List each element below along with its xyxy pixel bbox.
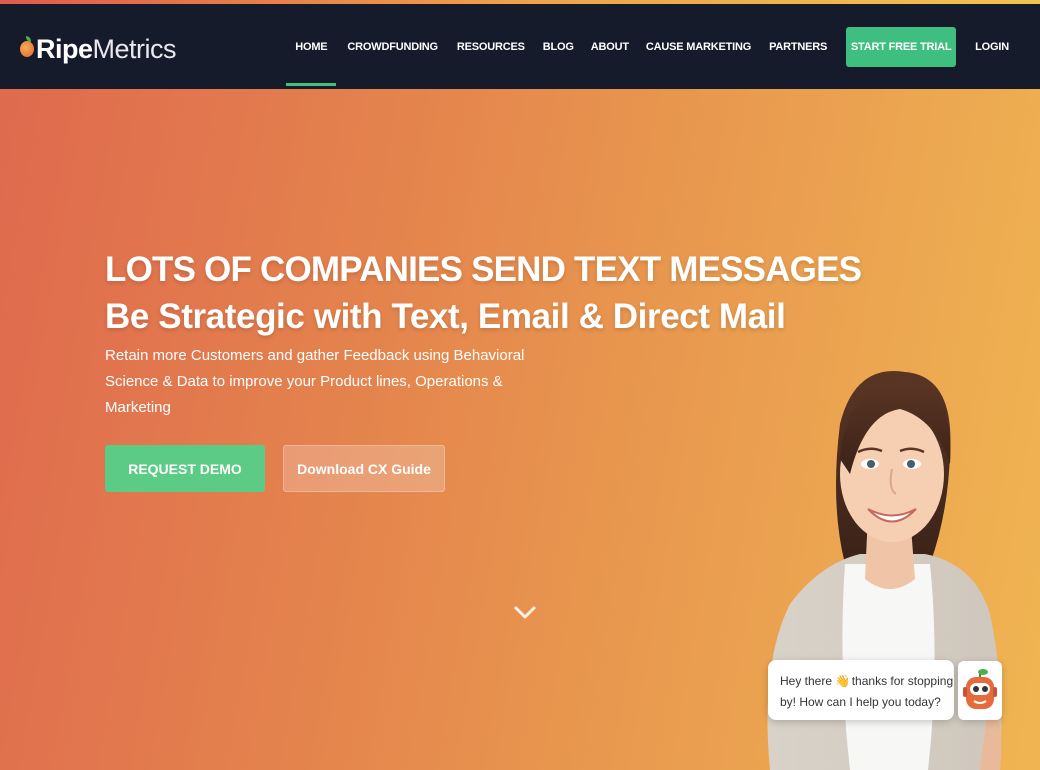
chat-launcher-button[interactable] [958, 661, 1002, 720]
nav-item-blog[interactable]: BLOG [543, 41, 574, 53]
chat-greeting-bubble[interactable]: Hey there 👋 thanks for stopping by! How … [768, 660, 954, 720]
login-link[interactable]: LOGIN [975, 41, 1009, 53]
nav-item-about[interactable]: ABOUT [591, 41, 629, 53]
waving-hand-icon: 👋 [835, 674, 851, 688]
chevron-down-icon[interactable] [513, 603, 537, 623]
hero-section: LOTS OF COMPANIES SEND TEXT MESSAGES Be … [0, 89, 1040, 770]
nav-item-partners[interactable]: PARTNERS [769, 41, 827, 53]
peach-logo-icon [20, 36, 34, 57]
top-navbar: RipeMetrics HOME CROWDFUNDING RESOURCES … [0, 4, 1040, 89]
start-free-trial-button[interactable]: START FREE TRIAL [846, 26, 957, 67]
robot-icon [963, 669, 997, 709]
logo-text: RipeMetrics [36, 33, 177, 64]
main-menu: HOME CROWDFUNDING RESOURCES BLOG ABOUT C… [286, 4, 1040, 89]
nav-item-resources[interactable]: RESOURCES [457, 41, 525, 53]
ripemetrics-logo[interactable]: RipeMetrics [20, 32, 177, 66]
request-demo-button[interactable]: REQUEST DEMO [105, 445, 265, 492]
hero-description: Retain more Customers and gather Feedbac… [105, 347, 525, 416]
hero-headline: LOTS OF COMPANIES SEND TEXT MESSAGES [105, 250, 862, 289]
nav-item-cause-marketing[interactable]: CAUSE MARKETING [646, 41, 751, 53]
nav-item-crowdfunding[interactable]: CROWDFUNDING [347, 41, 438, 53]
nav-item-home[interactable]: HOME [286, 41, 337, 86]
hero-subheadline: Be Strategic with Text, Email & Direct M… [105, 297, 786, 336]
download-cx-guide-button[interactable]: Download CX Guide [283, 445, 445, 492]
